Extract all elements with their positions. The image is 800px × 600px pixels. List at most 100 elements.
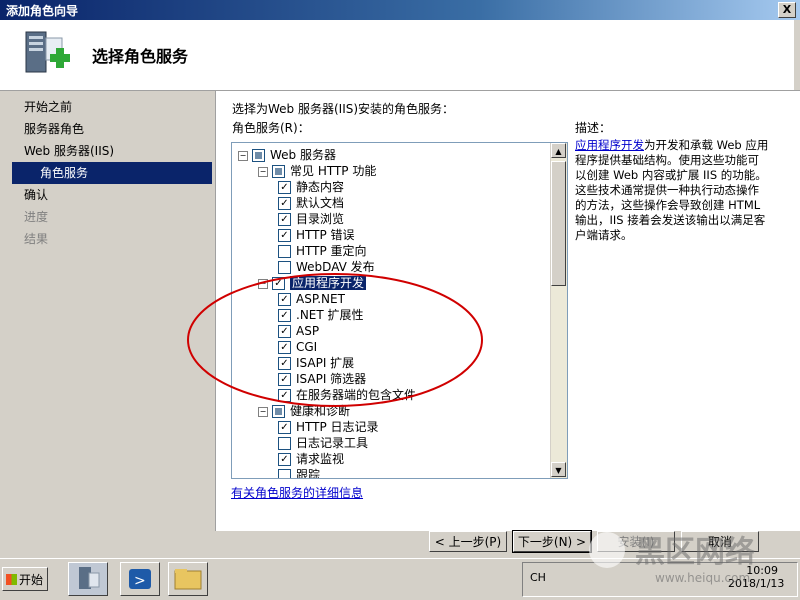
expander-minus[interactable]: − [238,150,248,161]
checkbox[interactable] [278,469,291,478]
expander-minus[interactable]: − [258,406,268,417]
nav-item[interactable]: 角色服务 [12,162,212,184]
checkbox[interactable]: ✓ [278,197,291,210]
tree-item-label: CGI [296,340,318,354]
checkbox[interactable] [272,165,285,178]
checkbox[interactable]: ✓ [278,373,291,386]
svg-text:>: > [134,573,146,589]
tree-item[interactable]: − 健康和诊断 [258,403,350,419]
tree-item-label: 健康和诊断 [290,404,351,418]
tree-item[interactable]: 跟踪 [278,467,321,479]
checkbox[interactable]: ✓ [278,293,291,306]
tree-scrollbar[interactable]: ▲ ▼ [550,143,567,478]
tree-item[interactable]: ✓ 默认文档 [278,195,344,211]
tree-item[interactable]: ✓ CGI [278,339,317,355]
list-label: 角色服务(R)： [232,121,310,135]
server-manager-icon[interactable] [68,562,108,596]
tree-item-label: 常见 HTTP 功能 [290,164,377,178]
checkbox[interactable] [252,149,265,162]
close-button[interactable]: X [778,2,796,18]
nav-item[interactable]: 服务器角色 [12,118,212,140]
start-button[interactable]: 开始 [2,567,48,591]
description-title: 描述： [575,121,612,135]
install-button[interactable]: 安装(I) [597,531,675,552]
checkbox[interactable]: ✓ [278,389,291,402]
explorer-icon[interactable] [168,562,208,596]
tree-item-label: 跟踪 [296,468,321,479]
nav-item[interactable]: Web 服务器(IIS) [12,140,212,162]
nav-item: 进度 [24,210,49,224]
scroll-thumb[interactable] [551,161,566,286]
tree-item[interactable]: ✓ ASP [278,323,319,339]
tree-item-label: HTTP 错误 [296,228,355,242]
next-button[interactable]: 下一步(N) > [512,530,592,553]
wizard-header: 选择角色服务 [0,20,800,91]
expander-minus[interactable]: − [258,166,268,177]
checkbox[interactable]: ✓ [278,453,291,466]
tree-item-label: 在服务器端的包含文件 [296,388,417,402]
description-link[interactable]: 应用程序开发 [575,138,644,152]
checkbox[interactable]: ✓ [278,325,291,338]
nav-item: 结果 [24,232,49,246]
checkbox[interactable] [278,261,291,274]
cancel-button[interactable]: 取消 [681,531,759,552]
tree-item[interactable]: − ✓ 应用程序开发 [258,275,367,291]
expander-minus[interactable]: − [258,278,268,289]
tree-item[interactable]: ✓ .NET 扩展性 [278,307,364,323]
language-indicator[interactable]: CH [530,571,546,584]
checkbox[interactable] [272,405,285,418]
tree-item-label: ASP.NET [296,292,345,306]
tree-item-label: Web 服务器 [270,148,336,162]
button-bar: < 上一步(P) 下一步(N) > 安装(I) 取消 [215,530,800,558]
previous-button[interactable]: < 上一步(P) [429,531,507,552]
checkbox[interactable]: ✓ [278,213,291,226]
tree-item-label: ASP [296,324,320,338]
tree-item-label: 静态内容 [296,180,345,194]
window-title: 添加角色向导 [6,4,79,18]
checkbox[interactable]: ✓ [278,341,291,354]
checkbox[interactable]: ✓ [278,181,291,194]
tree-item-label: 默认文档 [296,196,345,210]
more-info-link[interactable]: 有关角色服务的详细信息 [231,484,363,501]
tree-item[interactable]: ✓ HTTP 错误 [278,227,355,243]
nav-item[interactable]: 开始之前 [12,96,212,118]
tree-item[interactable]: ✓ HTTP 日志记录 [278,419,379,435]
tree-item-label: 请求监视 [296,452,345,466]
role-services-tree[interactable]: 跟踪 ✓ 请求监视 日志记录工具 ✓ HTTP 日志记录 − 健康和诊断 ✓ 在服务器端的包含文件… [231,142,568,479]
checkbox[interactable] [278,245,291,258]
tree-item-label: 目录浏览 [296,212,345,226]
server-add-icon [25,31,70,73]
tree-item[interactable]: ✓ ISAPI 筛选器 [278,371,366,387]
clock-time: 10:09 [746,564,778,577]
tree-item-label: ISAPI 筛选器 [296,372,367,386]
tree-item[interactable]: 日志记录工具 [278,435,368,451]
scroll-up-button[interactable]: ▲ [551,143,566,158]
tree-item[interactable]: ✓ 请求监视 [278,451,344,467]
checkbox[interactable]: ✓ [272,277,285,290]
scroll-down-button[interactable]: ▼ [551,462,566,477]
powershell-icon[interactable]: > [120,562,160,596]
tree-item[interactable]: WebDAV 发布 [278,259,375,275]
checkbox[interactable]: ✓ [278,309,291,322]
description-text: 为开发和承载 Web 应用程序提供基础结构。使用这些功能可以创建 Web 内容或… [575,138,769,242]
tree-item[interactable]: HTTP 重定向 [278,243,367,259]
wizard-window: 添加角色向导 X 选择角色服务 开始之前 服务器角色 Web 服务器(IIS) 角色服… [0,0,800,558]
checkbox[interactable] [278,437,291,450]
tree-item[interactable]: − 常见 HTTP 功能 [258,163,376,179]
instruction-text: 选择为Web 服务器(IIS)安装的角色服务： [232,102,455,116]
tree-item[interactable]: − Web 服务器 [238,147,336,163]
tree-item[interactable]: ✓ ASP.NET [278,291,345,307]
tree-item-label: 应用程序开发 [290,276,367,290]
page-title: 选择角色服务 [92,47,189,66]
checkbox[interactable]: ✓ [278,357,291,370]
tree-item[interactable]: ✓ 在服务器端的包含文件 [278,387,416,403]
tree-item[interactable]: ✓ 目录浏览 [278,211,344,227]
checkbox[interactable]: ✓ [278,229,291,242]
clock[interactable]: 10:09 2018/1/13 [728,564,784,590]
nav-item[interactable]: 确认 [12,184,212,206]
checkbox[interactable]: ✓ [278,421,291,434]
tree-item-label: 日志记录工具 [296,436,369,450]
tree-item[interactable]: ✓ 静态内容 [278,179,344,195]
wizard-nav: 开始之前 服务器角色 Web 服务器(IIS) 角色服务 确认进度结果 [12,96,212,250]
tree-item[interactable]: ✓ ISAPI 扩展 [278,355,354,371]
